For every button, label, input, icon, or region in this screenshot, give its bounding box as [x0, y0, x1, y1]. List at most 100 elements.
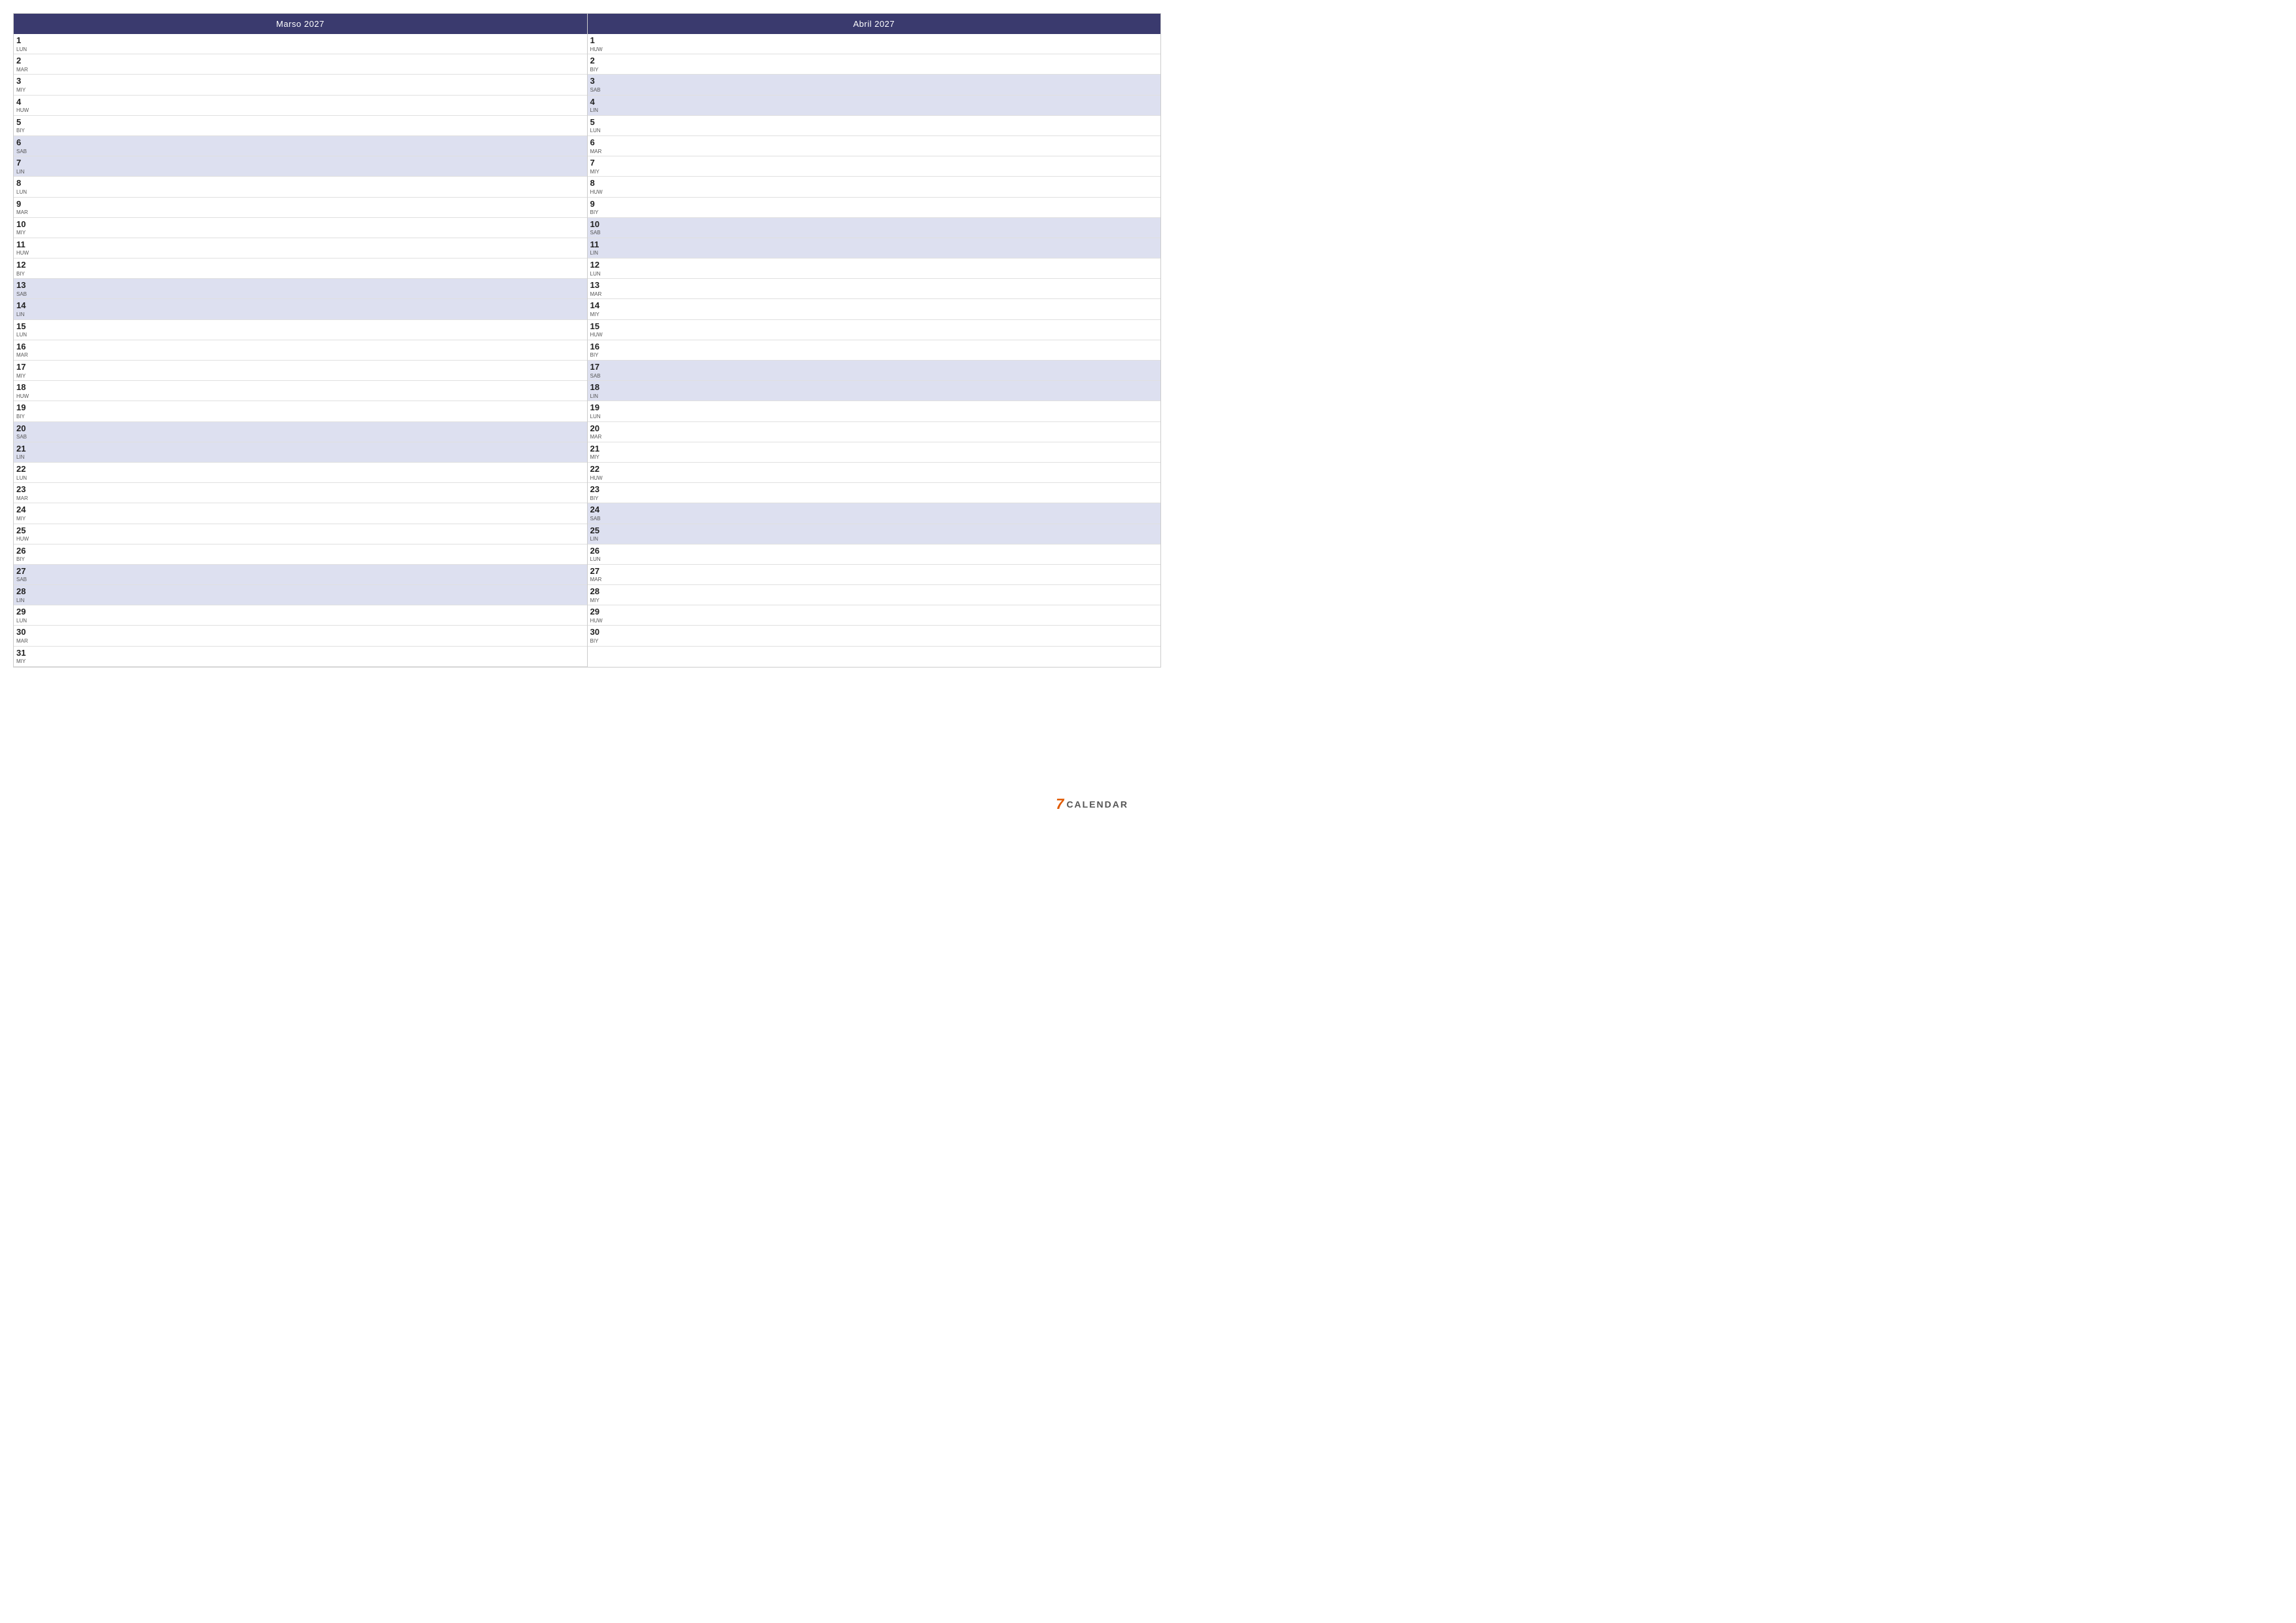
day-cell: 20MAR — [590, 423, 605, 440]
day-row[interactable]: 23MAR — [14, 483, 587, 503]
day-name: HUW — [16, 536, 31, 543]
day-row[interactable]: 16BIY — [588, 340, 1161, 361]
day-row[interactable]: 20SAB — [14, 422, 587, 442]
day-cell: 30MAR — [16, 627, 31, 644]
day-row[interactable]: 28MIY — [588, 585, 1161, 605]
day-row[interactable]: 31MIY — [14, 647, 587, 667]
day-cell: 26BIY — [16, 546, 31, 563]
day-number: 21 — [16, 444, 31, 454]
day-row[interactable]: 14MIY — [588, 299, 1161, 319]
day-row[interactable]: 28LIN — [14, 585, 587, 605]
day-row[interactable]: 11LIN — [588, 238, 1161, 259]
month-column-1: Abril 20271HUW2BIY3SAB4LIN5LUN6MAR7MIY8H… — [588, 14, 1161, 667]
day-row[interactable]: 21MIY — [588, 442, 1161, 463]
day-row[interactable]: 18LIN — [588, 381, 1161, 401]
day-name: SAB — [590, 87, 605, 94]
day-row[interactable]: 17MIY — [14, 361, 587, 381]
day-row[interactable]: 8LUN — [14, 177, 587, 197]
day-row[interactable]: 23BIY — [588, 483, 1161, 503]
day-row[interactable]: 13MAR — [588, 279, 1161, 299]
day-number: 23 — [590, 484, 605, 495]
day-row[interactable]: 29HUW — [588, 605, 1161, 626]
day-name: LIN — [590, 250, 605, 257]
day-row[interactable]: 22LUN — [14, 463, 587, 483]
day-row[interactable]: 12BIY — [14, 259, 587, 279]
day-row[interactable]: 1LUN — [14, 34, 587, 54]
day-cell: 11LIN — [590, 240, 605, 257]
day-row[interactable]: 24SAB — [588, 503, 1161, 524]
day-row[interactable]: 26LUN — [588, 544, 1161, 565]
day-row[interactable]: 9BIY — [588, 198, 1161, 218]
day-row[interactable]: 19LUN — [588, 401, 1161, 421]
day-row[interactable]: 15HUW — [588, 320, 1161, 340]
day-row[interactable]: 30MAR — [14, 626, 587, 646]
day-name: MIY — [16, 230, 31, 236]
day-row[interactable]: 18HUW — [14, 381, 587, 401]
day-cell: 13SAB — [16, 280, 31, 297]
day-cell: 25HUW — [16, 526, 31, 543]
day-name: BIY — [590, 209, 605, 216]
day-cell: 11HUW — [16, 240, 31, 257]
day-cell: 4HUW — [16, 97, 31, 114]
day-number: 5 — [590, 117, 605, 128]
day-row[interactable]: 7MIY — [588, 156, 1161, 177]
day-row[interactable]: 19BIY — [14, 401, 587, 421]
day-row[interactable]: 20MAR — [588, 422, 1161, 442]
day-cell: 14LIN — [16, 300, 31, 317]
day-row[interactable]: 21LIN — [14, 442, 587, 463]
day-row[interactable]: 6SAB — [14, 136, 587, 156]
day-name: MAR — [590, 434, 605, 440]
day-row[interactable]: 25LIN — [588, 524, 1161, 544]
day-row[interactable]: 3MIY — [14, 75, 587, 95]
day-name: LIN — [590, 107, 605, 114]
day-cell: 9MAR — [16, 199, 31, 216]
day-row[interactable]: 4LIN — [588, 96, 1161, 116]
day-row[interactable]: 1HUW — [588, 34, 1161, 54]
day-row[interactable]: 6MAR — [588, 136, 1161, 156]
day-name: MAR — [16, 495, 31, 502]
day-row[interactable]: 2MAR — [14, 54, 587, 75]
day-row[interactable]: 13SAB — [14, 279, 587, 299]
day-row[interactable]: 16MAR — [14, 340, 587, 361]
day-row[interactable]: 29LUN — [14, 605, 587, 626]
day-row[interactable]: 14LIN — [14, 299, 587, 319]
day-row[interactable]: 7LIN — [14, 156, 587, 177]
day-row[interactable]: 10MIY — [14, 218, 587, 238]
day-cell: 16BIY — [590, 342, 605, 359]
day-row[interactable]: 11HUW — [14, 238, 587, 259]
day-row[interactable]: 5LUN — [588, 116, 1161, 136]
day-row[interactable]: 9MAR — [14, 198, 587, 218]
day-name: SAB — [16, 291, 31, 298]
day-cell: 7MIY — [590, 158, 605, 175]
day-row[interactable]: 27SAB — [14, 565, 587, 585]
day-number: 22 — [16, 464, 31, 474]
day-cell: 18LIN — [590, 382, 605, 399]
day-number: 2 — [16, 56, 31, 66]
day-cell: 5LUN — [590, 117, 605, 134]
day-row[interactable]: 2BIY — [588, 54, 1161, 75]
day-row[interactable]: 10SAB — [588, 218, 1161, 238]
day-row[interactable]: 12LUN — [588, 259, 1161, 279]
day-row[interactable]: 26BIY — [14, 544, 587, 565]
day-name: LUN — [16, 332, 31, 338]
day-row[interactable]: 8HUW — [588, 177, 1161, 197]
day-row[interactable]: 3SAB — [588, 75, 1161, 95]
day-row[interactable]: 15LUN — [14, 320, 587, 340]
day-row[interactable]: 30BIY — [588, 626, 1161, 646]
month-header-0: Marso 2027 — [14, 14, 587, 34]
day-row[interactable]: 25HUW — [14, 524, 587, 544]
day-number: 1 — [590, 35, 605, 46]
day-number: 21 — [590, 444, 605, 454]
day-number: 26 — [590, 546, 605, 556]
day-name: HUW — [16, 250, 31, 257]
day-row[interactable]: 27MAR — [588, 565, 1161, 585]
day-name: MIY — [590, 454, 605, 461]
day-row[interactable]: 5BIY — [14, 116, 587, 136]
day-row[interactable]: 17SAB — [588, 361, 1161, 381]
day-row[interactable]: 24MIY — [14, 503, 587, 524]
day-number: 8 — [16, 178, 31, 188]
day-number: 5 — [16, 117, 31, 128]
day-name: BIY — [16, 128, 31, 134]
day-row[interactable]: 22HUW — [588, 463, 1161, 483]
day-row[interactable]: 4HUW — [14, 96, 587, 116]
